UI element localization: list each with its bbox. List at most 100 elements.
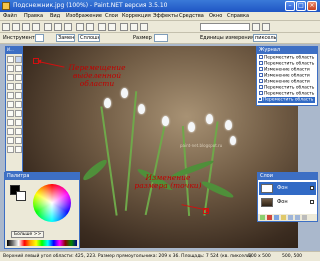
- menu-help[interactable]: Справка: [227, 13, 249, 19]
- rounded-rectangle-tool-icon[interactable]: [15, 137, 22, 144]
- tool-selector[interactable]: [35, 34, 44, 42]
- menu-bar: Файл Правка Вид Изображение Слои Коррекц…: [0, 12, 320, 21]
- gradient-tool-icon[interactable]: [15, 92, 22, 99]
- lasso-tool-icon[interactable]: [7, 65, 14, 72]
- menu-utilities[interactable]: Средства: [179, 13, 204, 19]
- color-wheel[interactable]: [33, 184, 71, 222]
- pencil-tool-icon[interactable]: [7, 110, 14, 117]
- add-layer-icon[interactable]: [260, 215, 265, 220]
- colors-panel-header: Палитра: [5, 173, 79, 180]
- grid-icon[interactable]: [120, 23, 128, 31]
- recolor-tool-icon[interactable]: [15, 119, 22, 126]
- status-bar: Верхний левый угол области: 425, 223. Ра…: [0, 251, 320, 261]
- menu-window[interactable]: Окно: [209, 13, 222, 19]
- more-colors-button[interactable]: Больше >>: [11, 231, 45, 238]
- move-layer-down-icon[interactable]: [295, 215, 300, 220]
- snowdrop-flower: [206, 114, 213, 124]
- color-picker-tool-icon[interactable]: [15, 110, 22, 117]
- window-title: Подснежник.jpg (100%) - Paint.NET версия…: [13, 2, 168, 9]
- resize-dropdown[interactable]: [154, 34, 168, 42]
- leaf: [80, 157, 110, 183]
- print-icon[interactable]: [32, 23, 40, 31]
- delete-layer-icon[interactable]: [267, 215, 272, 220]
- tab-scroll-right-icon[interactable]: [262, 23, 270, 31]
- move-selection-tool-icon[interactable]: [15, 56, 22, 63]
- menu-view[interactable]: Вид: [50, 13, 60, 19]
- history-item-label: Переместить область: [264, 85, 315, 91]
- layer-visibility-checkbox[interactable]: [310, 186, 314, 190]
- ellipse-select-tool-icon[interactable]: [7, 74, 14, 81]
- text-tool-icon[interactable]: [7, 128, 14, 135]
- menu-effects[interactable]: Эффекты: [153, 13, 178, 19]
- move-selected-tool-icon[interactable]: [15, 65, 22, 72]
- clone-stamp-tool-icon[interactable]: [7, 119, 14, 126]
- menu-adjustments[interactable]: Коррекция: [122, 13, 151, 19]
- merge-layer-icon[interactable]: [281, 215, 286, 220]
- image-tab[interactable]: [200, 23, 250, 31]
- rectangle-select-tool-icon[interactable]: [7, 56, 14, 63]
- secondary-color-swatch[interactable]: [16, 191, 26, 201]
- snowdrop-flower: [162, 116, 169, 126]
- history-panel: Журнал Переместить область Переместить о…: [256, 46, 318, 106]
- menu-edit[interactable]: Правка: [24, 13, 43, 19]
- line-tool-icon[interactable]: [15, 128, 22, 135]
- settings-icon[interactable]: [140, 23, 148, 31]
- tool-label: Инструмент:: [3, 35, 37, 41]
- crop-icon[interactable]: [76, 23, 84, 31]
- history-item-label: Переместить область: [264, 91, 315, 97]
- paint-bucket-tool-icon[interactable]: [7, 92, 14, 99]
- stem: [203, 121, 219, 216]
- layers-toolbar: [258, 214, 317, 221]
- status-text: Верхний левый угол области: 425, 223. Ра…: [3, 254, 252, 259]
- new-icon[interactable]: [2, 23, 10, 31]
- colors-panel: Палитра Больше >>: [4, 172, 80, 249]
- freeform-shape-tool-icon[interactable]: [15, 146, 22, 153]
- layer-properties-icon[interactable]: [302, 215, 307, 220]
- menu-image[interactable]: Изображение: [66, 13, 102, 19]
- history-item-label: Переместить область: [264, 55, 315, 61]
- cut-icon[interactable]: [44, 23, 52, 31]
- save-icon[interactable]: [22, 23, 30, 31]
- history-item-selected[interactable]: Переместить область: [258, 97, 315, 103]
- tab-scroll-left-icon[interactable]: [252, 23, 260, 31]
- open-icon[interactable]: [12, 23, 20, 31]
- layers-panel-header: Слои: [258, 173, 317, 180]
- duplicate-layer-icon[interactable]: [274, 215, 279, 220]
- undo-icon[interactable]: [98, 23, 106, 31]
- layer-name: Фон: [277, 199, 288, 205]
- layer-row[interactable]: Фон: [259, 196, 316, 209]
- history-item-icon: [259, 55, 263, 59]
- eraser-tool-icon[interactable]: [15, 101, 22, 108]
- ellipse-tool-icon[interactable]: [7, 146, 14, 153]
- copy-icon[interactable]: [54, 23, 62, 31]
- units-dropdown[interactable]: пикселы: [253, 34, 277, 42]
- fill-mode-dropdown[interactable]: Сплошная: [78, 34, 100, 42]
- deselect-icon[interactable]: [86, 23, 94, 31]
- maximize-button[interactable]: □: [296, 1, 306, 11]
- history-panel-header: Журнал: [257, 47, 317, 54]
- redo-icon[interactable]: [108, 23, 116, 31]
- minimize-button[interactable]: –: [285, 1, 295, 11]
- zoom-icon[interactable]: [130, 23, 138, 31]
- title-bar: Подснежник.jpg (100%) - Paint.NET версия…: [0, 0, 320, 12]
- layer-row[interactable]: Фон: [259, 182, 316, 195]
- cursor-position-readout: 500, 500: [282, 254, 303, 259]
- move-layer-up-icon[interactable]: [288, 215, 293, 220]
- magic-wand-tool-icon[interactable]: [7, 83, 14, 90]
- layer-visibility-checkbox[interactable]: [310, 200, 314, 204]
- rectangle-tool-icon[interactable]: [7, 137, 14, 144]
- history-item-label: Изменение области: [264, 67, 310, 73]
- palette-swatches[interactable]: [7, 240, 77, 246]
- stem: [124, 91, 138, 211]
- history-item-icon: [259, 85, 263, 89]
- clip-mode-dropdown[interactable]: Заменить: [56, 34, 75, 42]
- zoom-tool-icon[interactable]: [15, 74, 22, 81]
- menu-file[interactable]: Файл: [3, 13, 17, 19]
- menu-layers[interactable]: Слои: [105, 13, 118, 19]
- paste-icon[interactable]: [64, 23, 72, 31]
- pan-tool-icon[interactable]: [15, 83, 22, 90]
- main-toolbar: [0, 21, 320, 33]
- history-item-label: Переместить область: [264, 61, 315, 67]
- paintbrush-tool-icon[interactable]: [7, 101, 14, 108]
- close-button[interactable]: ×: [307, 1, 317, 11]
